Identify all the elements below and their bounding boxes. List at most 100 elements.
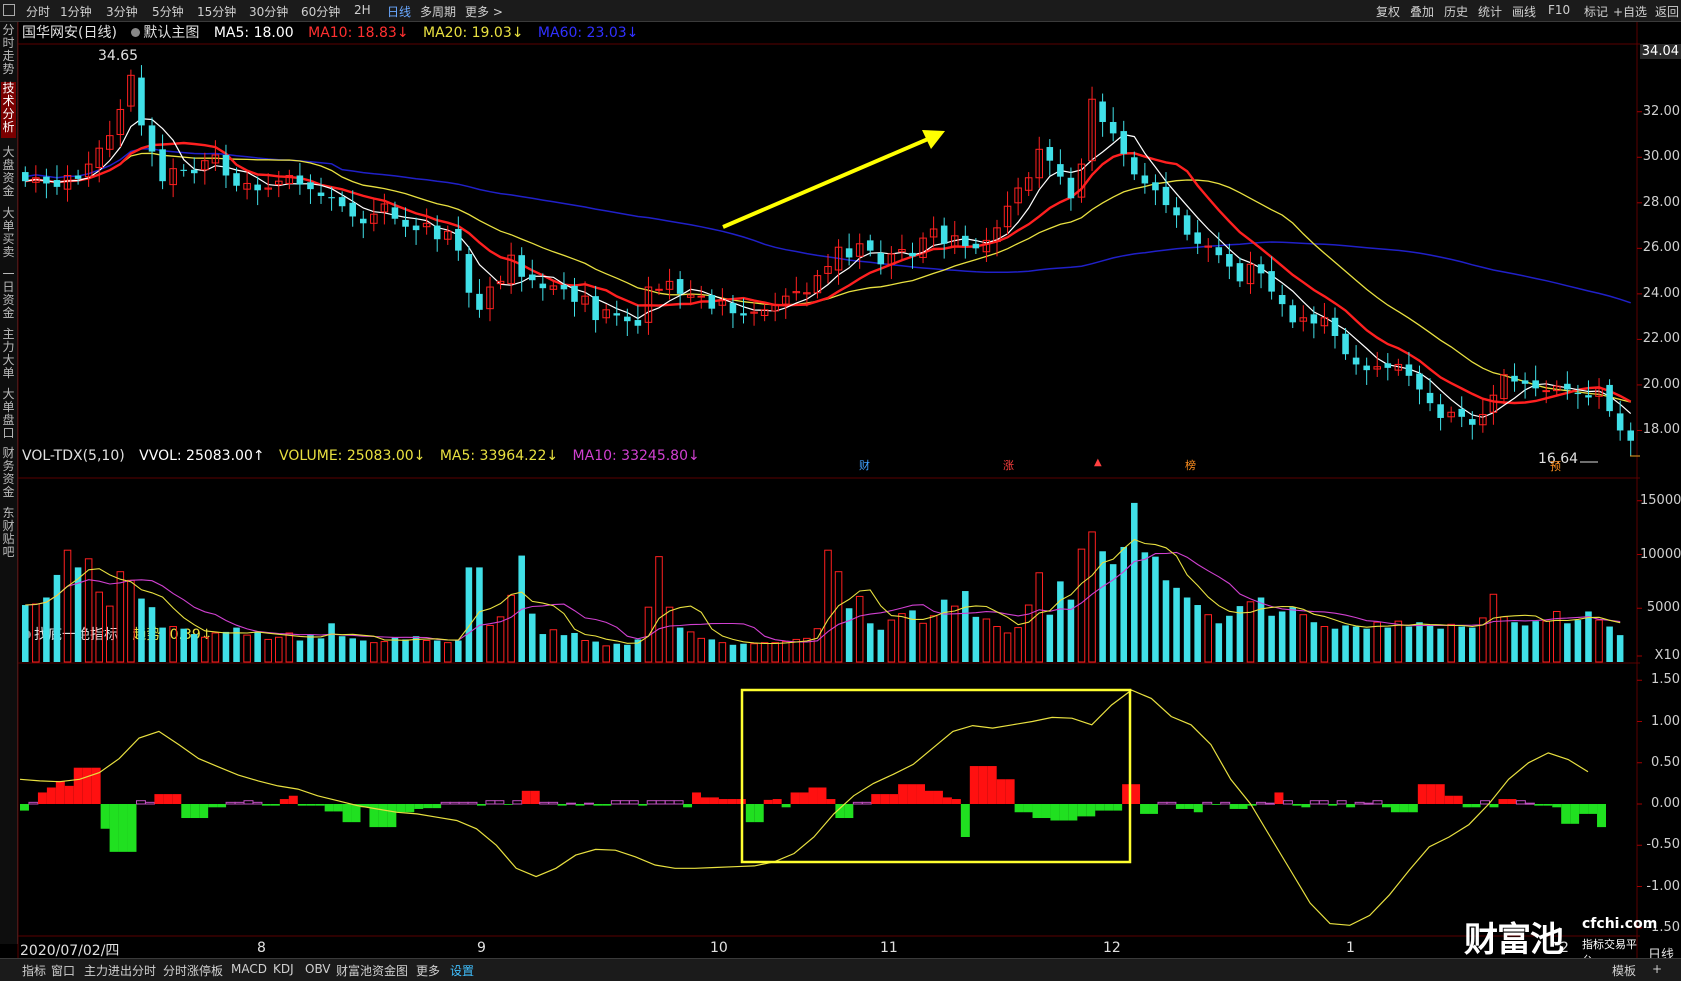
indicator-bar-negative xyxy=(1175,804,1185,809)
indicator-bar-negative xyxy=(181,804,191,819)
indicator-bar-positive xyxy=(826,799,836,804)
volume-bar xyxy=(32,603,40,663)
indicator-bar-positive xyxy=(172,794,182,804)
volume-bar xyxy=(855,595,864,663)
candle-body xyxy=(1226,254,1233,267)
volume-bar xyxy=(465,567,473,662)
candle-body xyxy=(729,302,737,314)
volume-bar xyxy=(1521,625,1529,662)
event-marker-rank[interactable]: 榜 xyxy=(1185,457,1196,473)
indicator-bar-negative xyxy=(1390,804,1400,813)
indicator-bar-positive xyxy=(1435,784,1445,804)
event-marker-limit[interactable]: 涨 xyxy=(1003,457,1014,473)
annotations xyxy=(722,130,1640,864)
indicator-bar-faint xyxy=(1372,800,1383,805)
candle-body xyxy=(1521,380,1529,384)
candlestick-series xyxy=(22,65,1634,456)
indicator-bar-faint xyxy=(1202,801,1213,805)
candle-body xyxy=(1627,430,1634,441)
candle-body xyxy=(1099,101,1106,122)
volume-bar xyxy=(201,636,209,663)
indicator-bar-positive xyxy=(933,790,943,804)
volume-bar xyxy=(1236,606,1244,662)
indicator-bar-negative xyxy=(1301,804,1311,808)
tab-settings[interactable]: 设置 xyxy=(450,962,474,979)
volume-bar xyxy=(962,591,969,662)
candle-body xyxy=(191,169,198,174)
event-marker-finance[interactable]: 财 xyxy=(859,457,870,473)
indicator-bar-negative xyxy=(1462,804,1472,808)
month-label: 1 xyxy=(1346,940,1355,956)
indicator-bar-negative xyxy=(1032,804,1042,819)
candle-body xyxy=(518,255,525,277)
indicator-bar-positive xyxy=(1444,795,1454,804)
volume-bar xyxy=(697,637,706,663)
volume-tick: 10000 xyxy=(1640,546,1681,562)
tab-window[interactable]: 窗口 xyxy=(51,962,75,979)
volume-bar xyxy=(1394,620,1403,663)
volume-bar xyxy=(486,624,494,663)
volume-bar xyxy=(1226,615,1233,662)
indicator-bar-positive xyxy=(154,794,164,804)
event-marker-up[interactable]: ▲ xyxy=(1094,457,1102,468)
event-marker-forecast[interactable]: 预 xyxy=(1550,458,1561,474)
volume-bar xyxy=(1500,616,1508,663)
indicator-bar-positive xyxy=(996,779,1006,804)
tab-fund-chart[interactable]: 财富池资金图 xyxy=(336,962,408,979)
indicator-bar-faint xyxy=(1157,801,1168,805)
brand-site: cfchi.com xyxy=(1582,916,1658,932)
tab-macd[interactable]: MACD xyxy=(231,962,267,976)
volume-bar xyxy=(317,638,325,662)
candle-body xyxy=(1289,305,1297,323)
tab-main-inout[interactable]: 主力进出分时 xyxy=(84,962,156,979)
tab-more[interactable]: 更多 xyxy=(416,962,440,979)
indicator-bar-faint xyxy=(539,801,550,805)
volume-bar xyxy=(972,616,980,662)
indicator-bar-faint xyxy=(1480,800,1491,805)
indicator-bar-negative xyxy=(1408,804,1418,813)
volume-bar xyxy=(1342,625,1349,662)
candle-body xyxy=(159,149,166,182)
indicator-bar-positive xyxy=(521,790,531,804)
tab-obv[interactable]: OBV xyxy=(305,962,331,976)
indicator-bar-negative xyxy=(414,804,424,809)
price-tick: 34.04 xyxy=(1639,44,1681,59)
indicator-bar-negative xyxy=(1193,804,1203,813)
tab-kdj[interactable]: KDJ xyxy=(273,962,294,976)
candle-body xyxy=(1162,186,1170,206)
volume-bar xyxy=(22,605,29,662)
volume-bar xyxy=(254,631,261,662)
volume-bar xyxy=(264,638,272,663)
volume-bar xyxy=(1616,635,1624,662)
candle-body xyxy=(962,235,969,247)
tab-indicator[interactable]: 指标 xyxy=(22,962,46,979)
volume-bar xyxy=(655,556,663,663)
indicator-bar-positive xyxy=(772,799,782,804)
indicator-bar-positive xyxy=(987,766,997,804)
volume-bar xyxy=(1574,620,1582,662)
volume-bar xyxy=(824,549,832,663)
indicator-bar-faint xyxy=(619,800,630,805)
indicator-bar-faint xyxy=(449,801,460,805)
indicator-bar-faint xyxy=(646,800,657,805)
stock-chart[interactable] xyxy=(0,0,1681,980)
volume-bar xyxy=(43,597,50,662)
volume-bar xyxy=(138,598,145,662)
indicator-bar-positive xyxy=(817,787,827,804)
volume-bar xyxy=(443,642,452,663)
indicator-bar-faint xyxy=(1524,802,1535,805)
candle-body xyxy=(1342,333,1349,355)
candle-body xyxy=(296,175,304,185)
volume-bar xyxy=(95,591,103,663)
add-tab-button[interactable]: + xyxy=(1652,962,1662,976)
candle-body xyxy=(53,180,61,187)
candle-body xyxy=(1363,365,1370,371)
template-button[interactable]: 模板 xyxy=(1612,962,1636,979)
indicator-bar-faint xyxy=(225,801,236,805)
candle-body xyxy=(391,207,399,219)
volume-bar xyxy=(1120,546,1128,662)
volume-bar xyxy=(909,610,916,662)
volume-bar xyxy=(370,642,378,663)
volume-bar xyxy=(940,599,948,662)
tab-limit-up[interactable]: 分时涨停板 xyxy=(163,962,223,979)
